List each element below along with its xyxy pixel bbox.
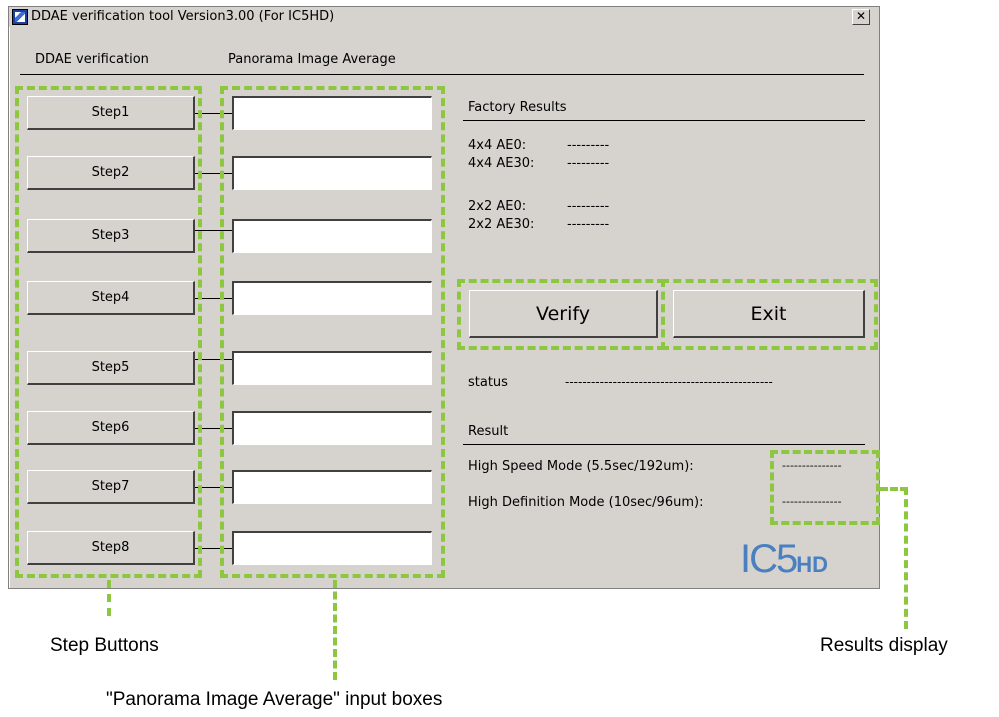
factory-label-4x4-ae0: 4x4 AE0:: [468, 138, 527, 153]
status-label: status: [468, 375, 508, 390]
verify-highlight: [457, 279, 665, 350]
status-value: ----------------------------------------…: [565, 375, 773, 389]
result-heading: Result: [468, 424, 509, 439]
tab-divider: [20, 74, 864, 75]
factory-value-2x2-ae0: ---------: [567, 199, 610, 214]
exit-highlight: [661, 279, 878, 350]
factory-results-heading: Factory Results: [468, 100, 567, 115]
factory-label-4x4-ae30: 4x4 AE30:: [468, 156, 535, 171]
high-speed-mode-label: High Speed Mode (5.5sec/192um):: [468, 459, 694, 474]
tab-ddae-verification[interactable]: DDAE verification: [35, 52, 149, 67]
logo-text: IC5: [740, 537, 798, 581]
factory-value-2x2-ae30: ---------: [567, 217, 610, 232]
step-buttons-highlight: [15, 86, 202, 578]
step-buttons-leader: [107, 580, 111, 616]
close-icon: ✕: [855, 9, 867, 23]
factory-value-4x4-ae30: ---------: [567, 156, 610, 171]
input-boxes-leader: [333, 580, 337, 680]
logo-suffix: HD: [796, 552, 829, 577]
result-divider: [463, 444, 865, 445]
window-title: DDAE verification tool Version3.00 (For …: [31, 9, 335, 24]
factory-label-2x2-ae0: 2x2 AE0:: [468, 199, 527, 214]
input-boxes-highlight: [220, 86, 445, 578]
results-display-highlight: [770, 450, 880, 525]
input-boxes-callout: "Panorama Image Average" input boxes: [106, 689, 443, 710]
factory-results-divider: [463, 120, 865, 121]
tab-panorama-image-average[interactable]: Panorama Image Average: [228, 52, 396, 67]
ic5hd-logo: IC5HD: [740, 537, 828, 582]
high-definition-mode-label: High Definition Mode (10sec/96um):: [468, 495, 704, 510]
factory-label-2x2-ae30: 2x2 AE30:: [468, 217, 535, 232]
results-display-leader-v: [904, 487, 908, 629]
step-buttons-callout: Step Buttons: [50, 635, 159, 656]
results-display-callout: Results display: [820, 635, 948, 656]
factory-value-4x4-ae0: ---------: [567, 138, 610, 153]
app-icon: [12, 9, 28, 25]
close-button[interactable]: ✕: [852, 9, 870, 25]
